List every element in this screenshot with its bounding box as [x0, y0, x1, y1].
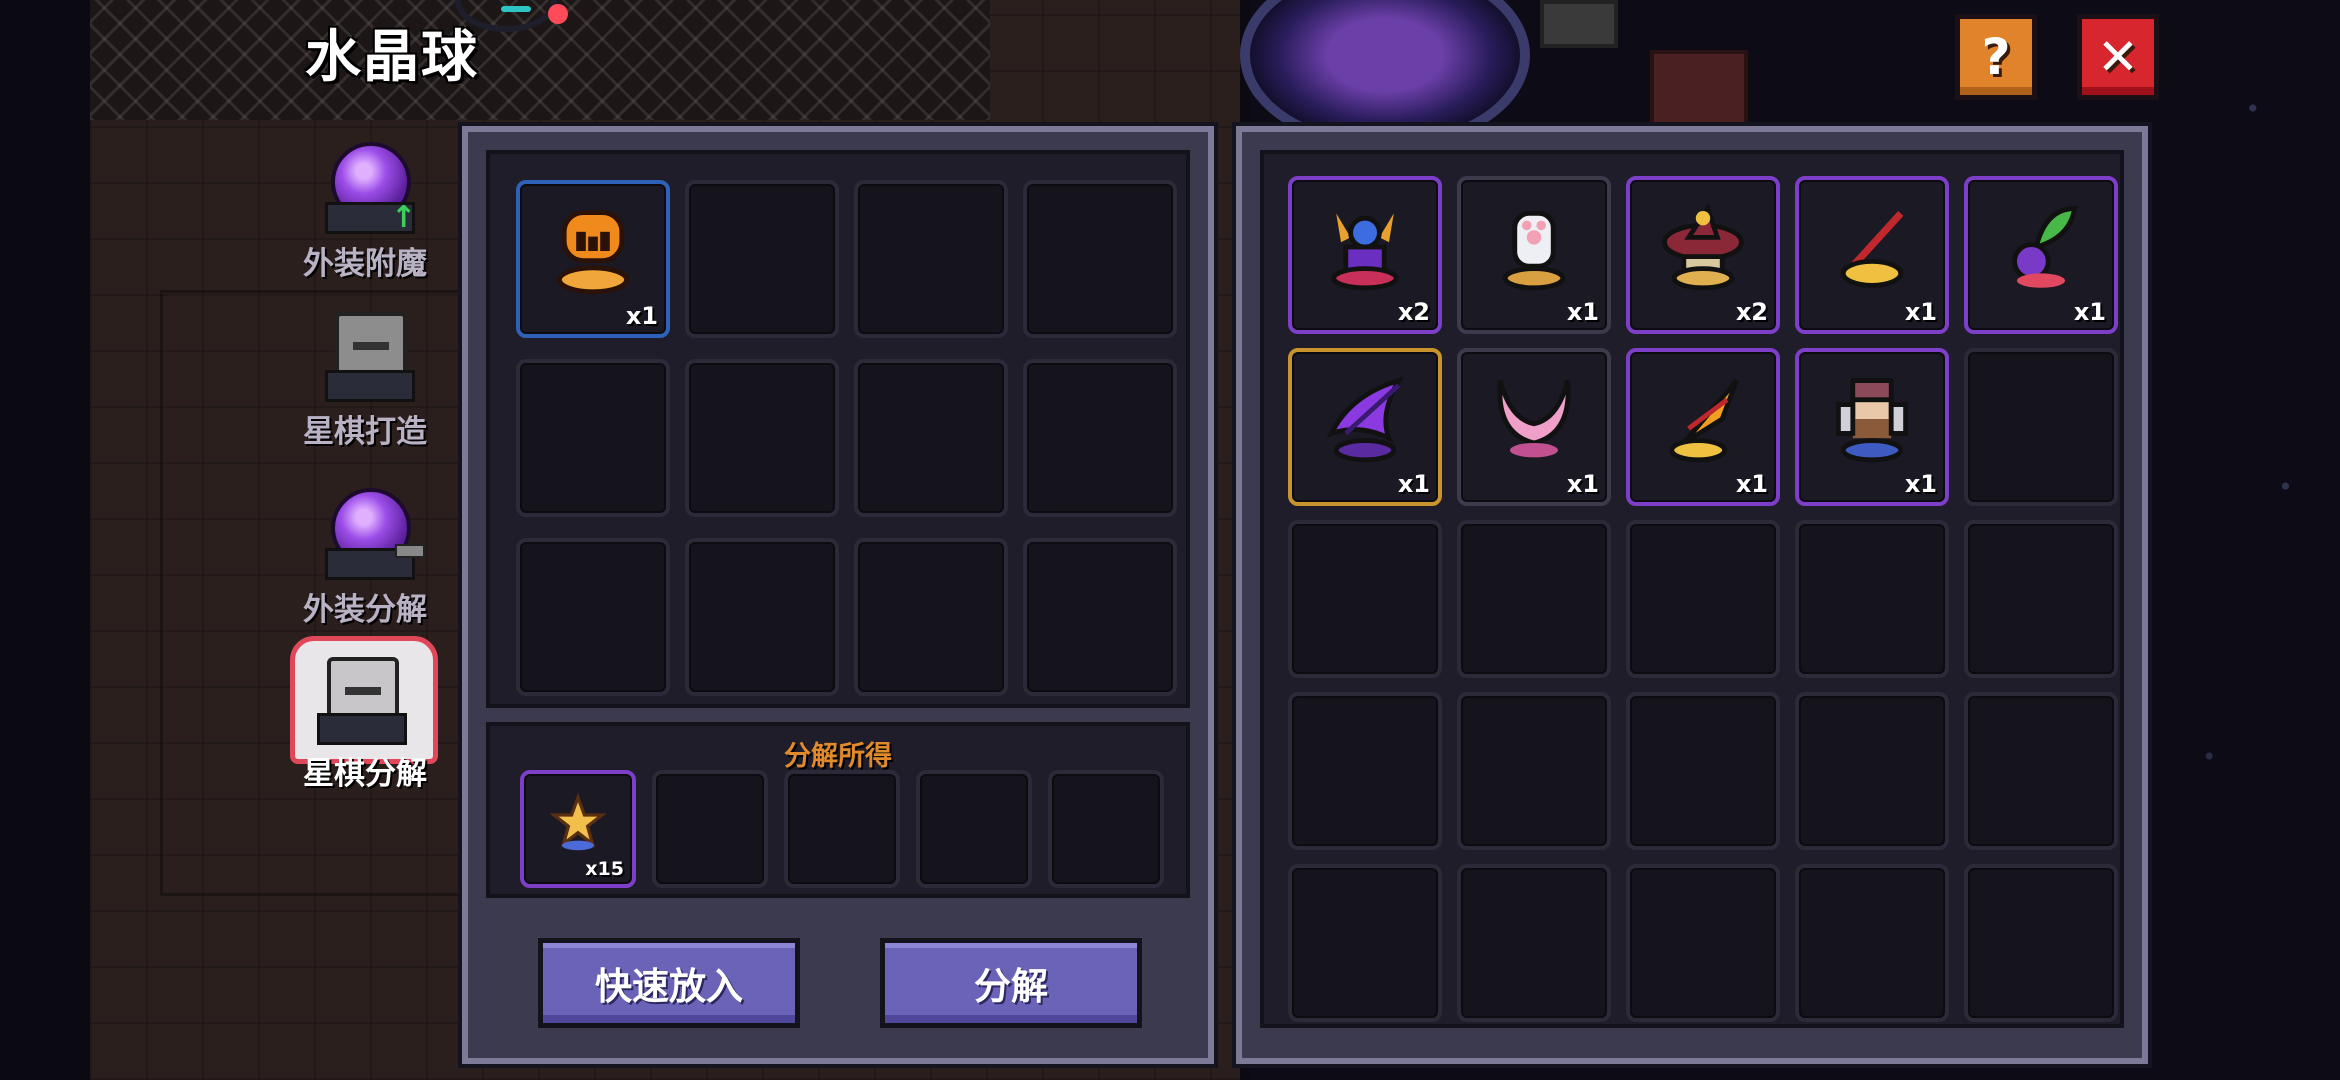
inventory-slot[interactable]: x1: [1457, 176, 1611, 334]
chess-piece-forge-icon: [325, 308, 415, 402]
dismantle-panel: x1 分解所得 x15 快速放入 分解: [462, 126, 1214, 1064]
inventory-slot[interactable]: [1288, 864, 1442, 1022]
result-slot[interactable]: [784, 770, 900, 888]
purple-orb-enchant-icon: ↑: [325, 140, 416, 235]
inventory-slot[interactable]: [1964, 348, 2118, 506]
inventory-slot[interactable]: x1: [1288, 348, 1442, 506]
item-count: x1: [1904, 298, 1937, 326]
item-count: x2: [1735, 298, 1768, 326]
inventory-slot[interactable]: [1964, 864, 2118, 1022]
inventory-slot[interactable]: x1: [1626, 348, 1780, 506]
item-count: x2: [1397, 298, 1430, 326]
inventory-slot[interactable]: [1457, 520, 1611, 678]
help-button[interactable]: ?: [1955, 14, 2037, 100]
inventory-slot[interactable]: [1457, 692, 1611, 850]
quick-add-button[interactable]: 快速放入: [538, 938, 800, 1028]
input-slot[interactable]: [1023, 538, 1177, 696]
inventory-panel: x2 x1 x2 x1 x1 x1 x1 x1 x1: [1236, 126, 2148, 1064]
wall-decoration: [1540, 0, 1618, 48]
input-slot[interactable]: [516, 538, 670, 696]
close-button[interactable]: ✕: [2077, 14, 2159, 100]
inventory-slot[interactable]: [1964, 520, 2118, 678]
inventory-slot[interactable]: x1: [1795, 176, 1949, 334]
inventory-slot[interactable]: [1626, 520, 1780, 678]
result-slot[interactable]: x15: [520, 770, 636, 888]
inventory-slot[interactable]: x1: [1795, 348, 1949, 506]
result-slot[interactable]: [652, 770, 768, 888]
sidebar-item-cosmetic-dismantle[interactable]: 外装分解: [280, 486, 450, 636]
item-count: x15: [585, 858, 624, 880]
input-slot[interactable]: [1023, 180, 1177, 338]
golden-lance-chess-piece-icon: [1655, 371, 1751, 471]
inventory-slot[interactable]: [1288, 692, 1442, 850]
result-slot[interactable]: [1048, 770, 1164, 888]
star-shard-icon: [546, 791, 610, 859]
inventory-slot[interactable]: [1964, 692, 2118, 850]
inventory-slot[interactable]: x1: [1964, 176, 2118, 334]
barrel-decoration: [1650, 50, 1748, 128]
inventory-slot[interactable]: x1: [1457, 348, 1611, 506]
inventory-grid: x2 x1 x2 x1 x1 x1 x1 x1 x1: [1260, 150, 2124, 1028]
white-paw-chess-piece-icon: [1486, 199, 1582, 299]
chess-piece-dismantle-icon: [290, 636, 438, 764]
sidebar-item-chess-dismantle[interactable]: 星棋分解: [280, 636, 450, 800]
inventory-slot[interactable]: x2: [1288, 176, 1442, 334]
inventory-slot[interactable]: x2: [1626, 176, 1780, 334]
sidebar-item-label: 外装附魔: [303, 246, 427, 282]
result-label: 分解所得: [784, 741, 892, 772]
inventory-slot[interactable]: [1795, 520, 1949, 678]
item-count: x1: [2073, 298, 2106, 326]
item-count: x1: [1566, 298, 1599, 326]
question-mark-icon: ?: [1981, 28, 2011, 86]
input-slot[interactable]: [685, 180, 839, 338]
witch-hat-chess-piece-icon: [1655, 199, 1751, 299]
input-slot[interactable]: [685, 538, 839, 696]
item-count: x1: [1397, 470, 1430, 498]
item-count: x1: [1566, 470, 1599, 498]
sidebar-item-cosmetic-enchant[interactable]: ↑ 外装附魔: [280, 140, 450, 290]
sidebar-item-label: 外装分解: [303, 592, 427, 628]
item-count: x1: [625, 302, 658, 330]
sidebar-item-label: 星棋打造: [303, 414, 427, 450]
input-slot[interactable]: [516, 359, 670, 517]
inventory-slot[interactable]: [1795, 864, 1949, 1022]
result-slot[interactable]: [916, 770, 1032, 888]
input-grid: x1: [486, 150, 1190, 708]
inventory-slot[interactable]: [1626, 864, 1780, 1022]
sidebar-item-label: 星棋分解: [303, 756, 427, 792]
inventory-slot[interactable]: [1288, 520, 1442, 678]
orange-skull-helmet-icon: [545, 203, 641, 303]
demon-horn-chess-piece-icon: [1317, 199, 1413, 299]
notification-dot: [548, 4, 568, 24]
input-slot[interactable]: [1023, 359, 1177, 517]
input-slot[interactable]: [854, 538, 1008, 696]
input-slot[interactable]: [854, 359, 1008, 517]
pink-wings-chess-piece-icon: [1486, 371, 1582, 471]
dismantle-button[interactable]: 分解: [880, 938, 1142, 1028]
purple-orb-dismantle-icon: [325, 486, 425, 580]
page-title: 水晶球: [305, 25, 479, 90]
close-icon: ✕: [2097, 28, 2139, 86]
sidebar-item-chess-forge[interactable]: 星棋打造: [280, 308, 450, 458]
leaf-berry-chess-piece-icon: [1993, 199, 2089, 299]
inventory-slot[interactable]: [1457, 864, 1611, 1022]
inventory-slot[interactable]: [1626, 692, 1780, 850]
purple-flame-sword-icon: [1317, 371, 1413, 471]
result-area: 分解所得 x15: [486, 722, 1190, 898]
input-slot[interactable]: [854, 180, 1008, 338]
item-count: x1: [1904, 470, 1937, 498]
red-wand-chess-piece-icon: [1824, 199, 1920, 299]
input-slot[interactable]: [685, 359, 839, 517]
bearded-knight-chess-piece-icon: [1824, 371, 1920, 471]
inventory-slot[interactable]: [1795, 692, 1949, 850]
input-slot[interactable]: x1: [516, 180, 670, 338]
item-count: x1: [1735, 470, 1768, 498]
